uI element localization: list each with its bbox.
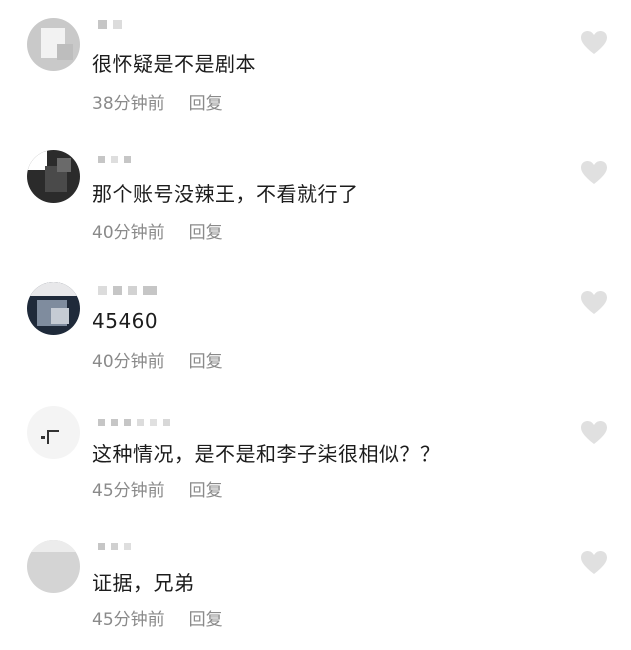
comment-text: 很怀疑是不是剧本 [92,52,256,76]
reply-button[interactable]: 回复 [189,347,223,372]
avatar[interactable] [27,18,80,71]
comment-time: 40分钟前 [92,352,165,372]
comment-text: 证据，兄弟 [92,571,195,595]
comment-item: 很怀疑是不是剧本 38分钟前 回复 [0,0,631,130]
comment-text: 这种情况，是不是和李子柒很相似？？ [92,442,441,466]
comment-time: 45分钟前 [92,481,165,501]
username-pixelated[interactable] [98,18,122,30]
username-pixelated[interactable] [98,153,131,165]
heart-outline-icon[interactable] [580,160,608,186]
comment-meta: 40分钟前 回复 [92,218,223,243]
comment-time: 40分钟前 [92,223,165,243]
heart-outline-icon[interactable] [580,550,608,576]
heart-outline-icon[interactable] [580,30,608,56]
comment-item: 证据，兄弟 45分钟前 回复 [0,520,631,650]
avatar[interactable] [27,540,80,593]
username-pixelated[interactable] [98,284,157,296]
comment-time: 38分钟前 [92,94,165,114]
avatar[interactable] [27,150,80,203]
comment-item: 这种情况，是不是和李子柒很相似？？ 45分钟前 回复 [0,390,631,520]
reply-button[interactable]: 回复 [189,476,223,501]
avatar[interactable] [27,406,80,459]
comment-time: 45分钟前 [92,610,165,630]
comment-meta: 45分钟前 回复 [92,605,223,630]
username-pixelated[interactable] [98,416,170,428]
comment-meta: 45分钟前 回复 [92,476,223,501]
comment-item: 那个账号没辣王，不看就行了 40分钟前 回复 [0,130,631,260]
comment-item: 45460 40分钟前 回复 [0,260,631,390]
reply-button[interactable]: 回复 [189,218,223,243]
comment-text: 45460 [92,309,159,333]
reply-button[interactable]: 回复 [189,89,223,114]
avatar[interactable] [27,282,80,335]
heart-outline-icon[interactable] [580,290,608,316]
username-pixelated[interactable] [98,540,131,552]
comment-text: 那个账号没辣王，不看就行了 [92,182,359,206]
comment-meta: 40分钟前 回复 [92,347,223,372]
heart-outline-icon[interactable] [580,420,608,446]
reply-button[interactable]: 回复 [189,605,223,630]
comment-meta: 38分钟前 回复 [92,89,223,114]
